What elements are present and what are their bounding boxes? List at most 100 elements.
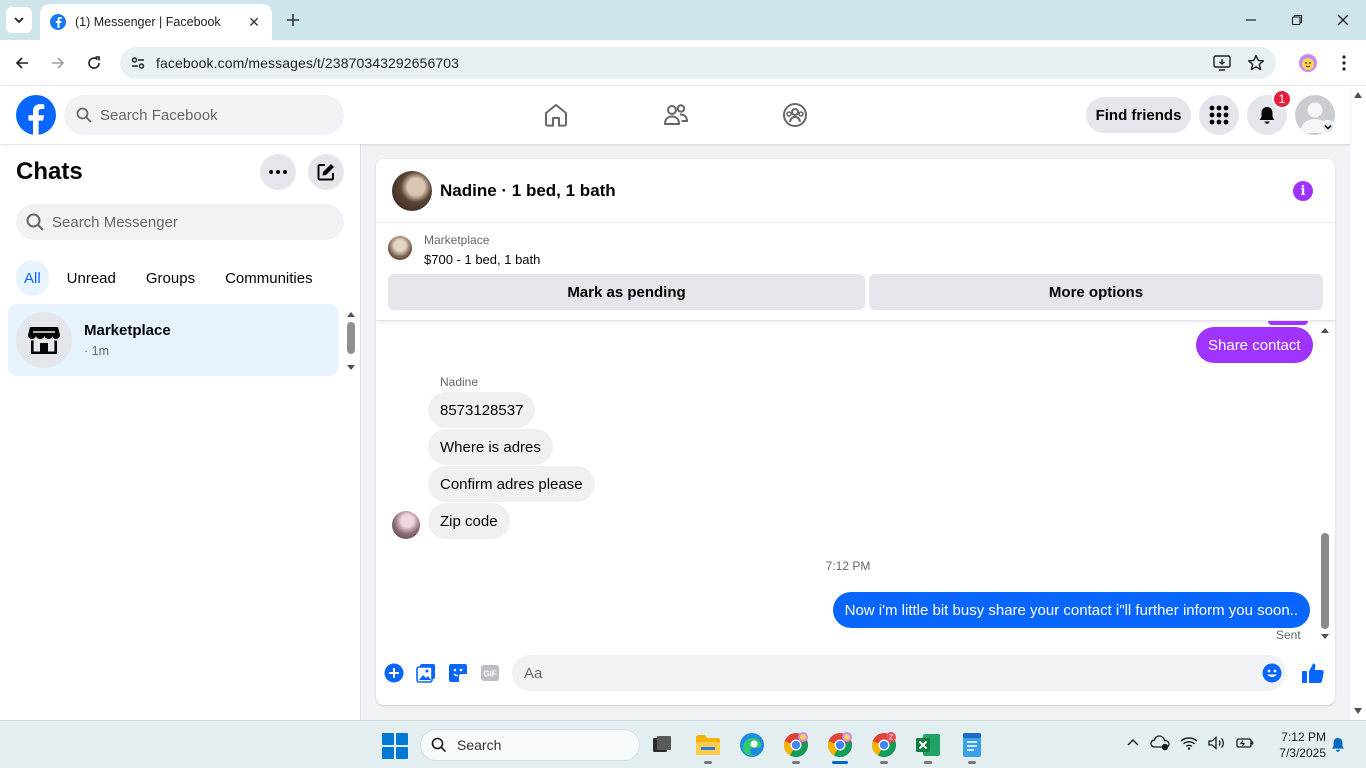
filter-communities[interactable]: Communities bbox=[213, 260, 325, 296]
bell-icon bbox=[1259, 107, 1275, 124]
url-text[interactable]: facebook.com/messages/t/2387034329265670… bbox=[156, 55, 459, 71]
browser-tab-active[interactable]: (1) Messenger | Facebook ✕ bbox=[40, 4, 272, 40]
emoji-button[interactable] bbox=[1262, 663, 1282, 683]
close-window-button[interactable] bbox=[1331, 8, 1355, 32]
like-button[interactable] bbox=[1301, 661, 1325, 685]
sender-avatar[interactable] bbox=[392, 511, 420, 539]
message-input-box[interactable] bbox=[512, 655, 1286, 691]
back-button[interactable] bbox=[10, 51, 34, 75]
windows-logo-icon bbox=[382, 733, 394, 745]
conversation-title[interactable]: Nadine · 1 bed, 1 bath bbox=[440, 181, 616, 201]
listing-title[interactable]: $700 - 1 bed, 1 bath bbox=[424, 252, 540, 267]
share-contact-message[interactable]: Share contact bbox=[1196, 327, 1313, 363]
address-bar[interactable]: facebook.com/messages/t/2387034329265670… bbox=[120, 47, 1276, 79]
taskbar-notepad[interactable] bbox=[956, 729, 988, 764]
message-composer: GIF bbox=[376, 655, 1335, 705]
more-options-button[interactable]: More options bbox=[869, 274, 1323, 310]
taskbar-chrome-profile-2[interactable] bbox=[824, 729, 856, 764]
attach-photo-button[interactable] bbox=[415, 662, 437, 684]
browser-profile-avatar[interactable] bbox=[1296, 51, 1320, 75]
minimize-button[interactable] bbox=[1239, 8, 1263, 32]
grid-menu-icon bbox=[1209, 105, 1229, 125]
menu-button[interactable] bbox=[1199, 95, 1239, 135]
taskbar-excel[interactable] bbox=[912, 729, 944, 764]
site-info-icon[interactable] bbox=[130, 55, 146, 71]
notification-center-button[interactable] bbox=[1330, 737, 1346, 753]
sidebar-scrollbar[interactable] bbox=[344, 308, 358, 374]
home-icon bbox=[545, 104, 567, 127]
filter-all[interactable]: All bbox=[16, 260, 49, 296]
sticker-button[interactable] bbox=[447, 662, 469, 684]
taskbar-file-explorer[interactable] bbox=[692, 729, 724, 764]
new-tab-button[interactable] bbox=[282, 9, 304, 31]
chat-list-item[interactable]: Marketplace · 1m bbox=[8, 304, 338, 376]
bell-icon bbox=[1332, 738, 1344, 752]
browser-menu-button[interactable] bbox=[1332, 51, 1356, 75]
incoming-message[interactable]: Confirm adres please bbox=[428, 466, 595, 502]
taskbar-chrome-profile-1[interactable] bbox=[780, 729, 812, 764]
arrow-left-icon bbox=[15, 57, 28, 69]
nav-friends[interactable] bbox=[658, 98, 694, 132]
tab-search-button[interactable] bbox=[6, 7, 32, 33]
mark-as-pending-button[interactable]: Mark as pending bbox=[388, 274, 865, 310]
taskbar-task-view[interactable] bbox=[646, 729, 678, 761]
filter-unread[interactable]: Unread bbox=[55, 260, 128, 296]
plus-icon bbox=[287, 14, 299, 26]
taskbar-chrome-profile-3[interactable]: Z bbox=[868, 729, 900, 764]
messenger-search-bar[interactable] bbox=[16, 204, 344, 240]
search-icon bbox=[76, 107, 92, 123]
taskbar-edge[interactable] bbox=[736, 729, 768, 761]
onedrive-icon[interactable] bbox=[1150, 735, 1170, 751]
edge-icon bbox=[740, 733, 764, 757]
filter-groups[interactable]: Groups bbox=[134, 260, 207, 296]
incoming-message[interactable]: 8573128537 bbox=[428, 392, 536, 428]
messenger-search-input[interactable] bbox=[52, 213, 322, 231]
taskbar-search[interactable]: Search bbox=[420, 729, 640, 761]
start-button[interactable] bbox=[382, 733, 408, 759]
message-input[interactable] bbox=[524, 664, 1224, 682]
gif-button[interactable]: GIF bbox=[479, 662, 501, 684]
chevron-down-icon bbox=[14, 17, 24, 24]
restore-button[interactable] bbox=[1285, 8, 1309, 32]
facebook-search-input[interactable] bbox=[100, 106, 320, 124]
chrome-icon: Z bbox=[872, 732, 896, 757]
page-scrollbar[interactable] bbox=[1350, 86, 1366, 720]
messages-scrollbar[interactable] bbox=[1318, 323, 1332, 643]
gif-icon: GIF bbox=[481, 665, 499, 681]
tab-close-icon[interactable]: ✕ bbox=[246, 14, 262, 31]
profile-emoji-icon bbox=[1299, 54, 1317, 72]
account-caret[interactable] bbox=[1321, 120, 1335, 134]
volume-icon[interactable] bbox=[1208, 736, 1226, 750]
photo-icon bbox=[416, 664, 435, 683]
battery-icon[interactable] bbox=[1236, 736, 1254, 750]
wifi-icon[interactable] bbox=[1180, 736, 1198, 750]
contact-avatar[interactable] bbox=[392, 171, 432, 211]
incoming-message[interactable]: Where is adres bbox=[428, 429, 553, 465]
taskbar-clock[interactable]: 7:12 PM 7/3/2025 bbox=[1268, 729, 1326, 761]
browser-toolbar: facebook.com/messages/t/2387034329265670… bbox=[0, 40, 1366, 86]
search-icon bbox=[26, 213, 44, 231]
nav-groups[interactable] bbox=[777, 98, 813, 132]
conversation-info-icon[interactable]: i bbox=[1293, 181, 1313, 201]
chats-options-button[interactable] bbox=[260, 154, 296, 190]
chevron-up-icon[interactable] bbox=[1126, 736, 1140, 750]
outgoing-message[interactable]: Now i'm little bit busy share your conta… bbox=[832, 592, 1310, 628]
clock-time: 7:12 PM bbox=[1281, 730, 1326, 744]
reload-button[interactable] bbox=[82, 51, 106, 75]
tab-title: (1) Messenger | Facebook bbox=[75, 15, 221, 29]
incoming-message[interactable]: Zip code bbox=[428, 503, 510, 539]
install-app-icon[interactable] bbox=[1212, 53, 1232, 73]
listing-thumbnail[interactable] bbox=[388, 236, 412, 260]
find-friends-button[interactable]: Find friends bbox=[1086, 97, 1191, 133]
chat-meta: · 1m bbox=[84, 344, 109, 358]
nav-home[interactable] bbox=[538, 98, 574, 132]
forward-button[interactable] bbox=[46, 51, 70, 75]
thumbs-up-icon bbox=[1302, 663, 1324, 683]
facebook-logo-icon[interactable] bbox=[16, 95, 56, 135]
system-tray bbox=[1126, 735, 1254, 751]
bookmark-star-icon[interactable] bbox=[1246, 53, 1266, 73]
facebook-search-bar[interactable] bbox=[64, 95, 344, 135]
new-message-button[interactable] bbox=[308, 154, 344, 190]
more-actions-button[interactable] bbox=[383, 662, 405, 684]
conversation-panel: Nadine · 1 bed, 1 bath i Marketplace $70… bbox=[376, 159, 1335, 705]
